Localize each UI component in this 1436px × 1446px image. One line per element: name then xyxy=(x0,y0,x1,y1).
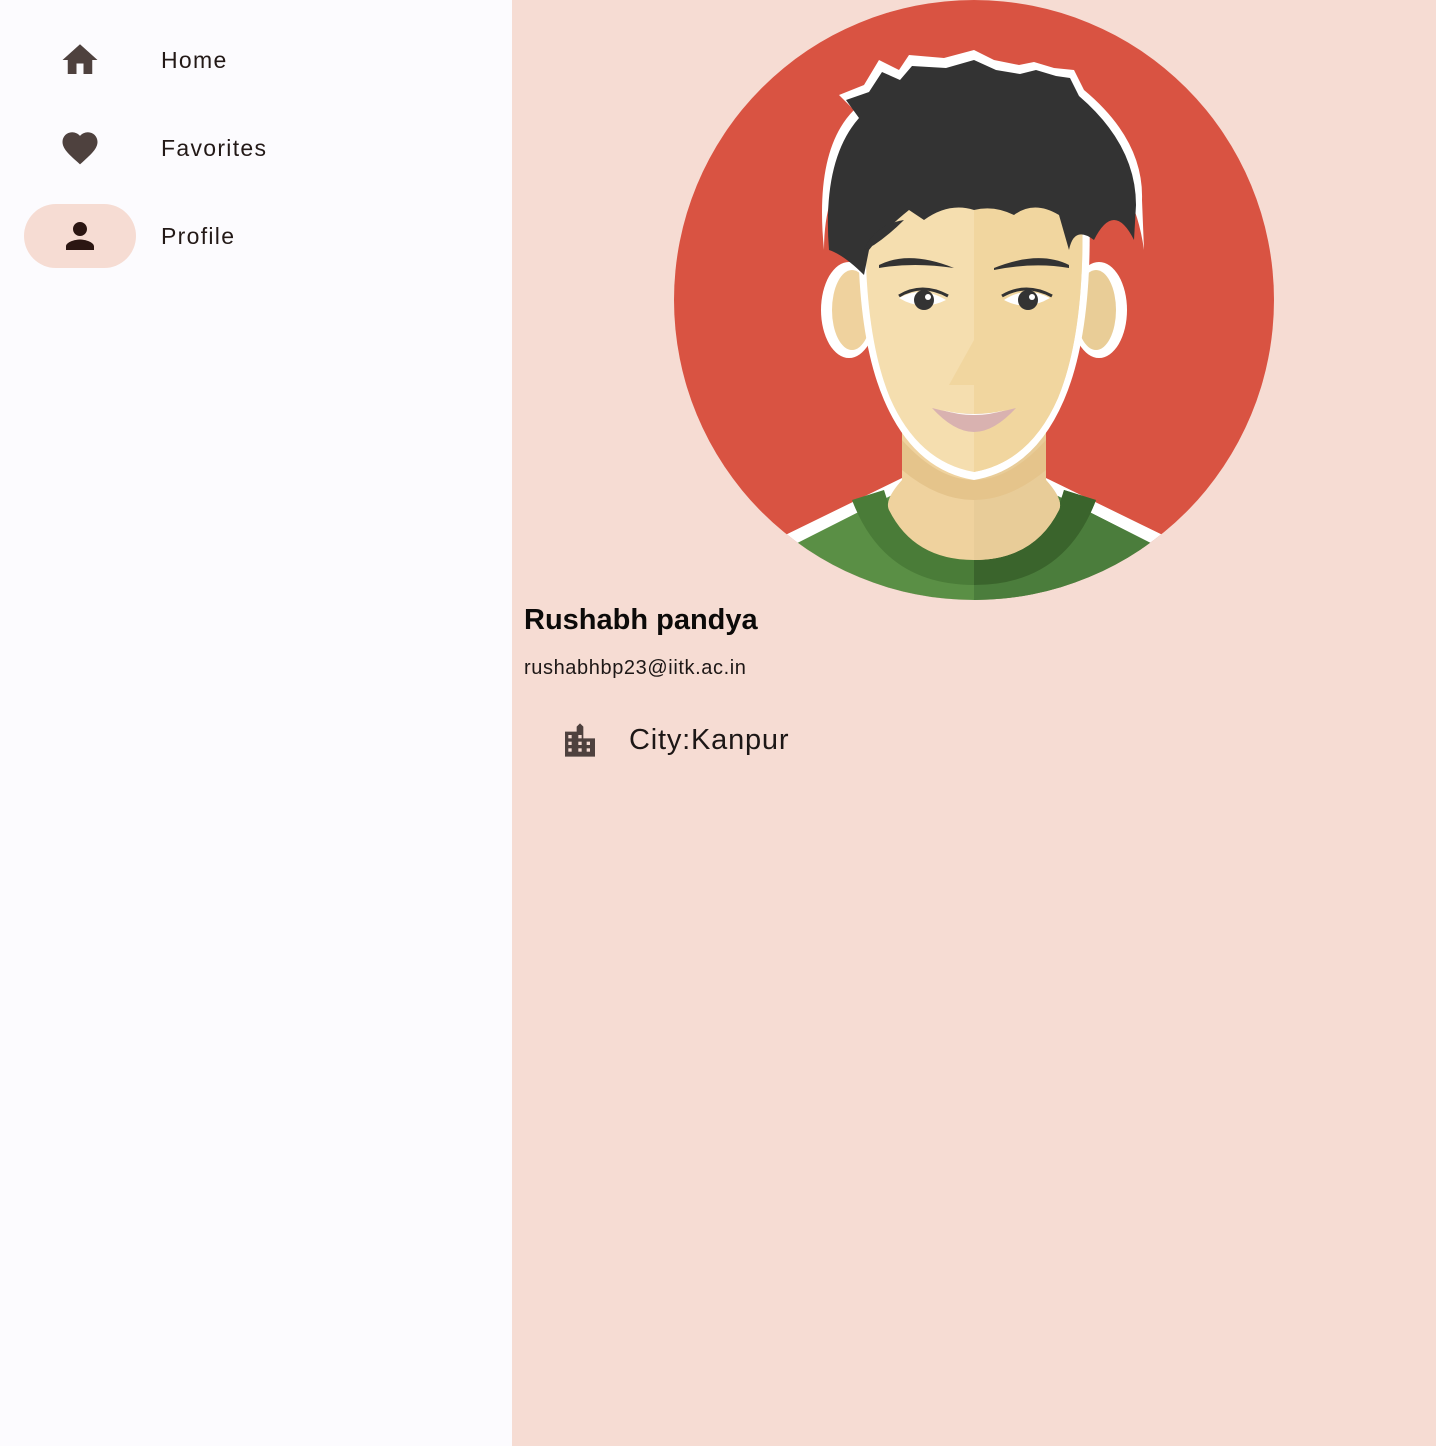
nav-item-favorites-indicator xyxy=(24,116,136,180)
profile-content: Rushabh pandya rushabhbp23@iitk.ac.in Ci… xyxy=(512,0,1436,1446)
city-building-icon xyxy=(565,723,595,757)
nav-item-profile-indicator xyxy=(24,204,136,268)
nav-item-favorites[interactable]: Favorites xyxy=(24,116,464,180)
app-window: Home Favorites Profile Rushabh pandya ru… xyxy=(0,0,1436,1446)
profile-name: Rushabh pandya xyxy=(524,604,758,636)
nav-item-profile[interactable]: Profile xyxy=(24,204,464,268)
home-icon xyxy=(62,44,98,74)
profile-email: rushabhbp23@iitk.ac.in xyxy=(524,657,747,679)
nav-item-label: Home xyxy=(161,46,228,73)
nav-item-label: Favorites xyxy=(161,134,268,161)
avatar xyxy=(674,0,1274,600)
city-label: City:Kanpur xyxy=(629,723,790,756)
nav-item-home[interactable]: Home xyxy=(24,28,464,92)
avatar-illustration xyxy=(674,0,1274,600)
navigation-rail: Home Favorites Profile xyxy=(0,0,512,1446)
city-row: City:Kanpur xyxy=(560,720,789,760)
nav-item-label: Profile xyxy=(161,222,236,249)
person-icon xyxy=(66,222,94,250)
nav-item-home-indicator xyxy=(24,28,136,92)
heart-icon xyxy=(62,132,98,165)
